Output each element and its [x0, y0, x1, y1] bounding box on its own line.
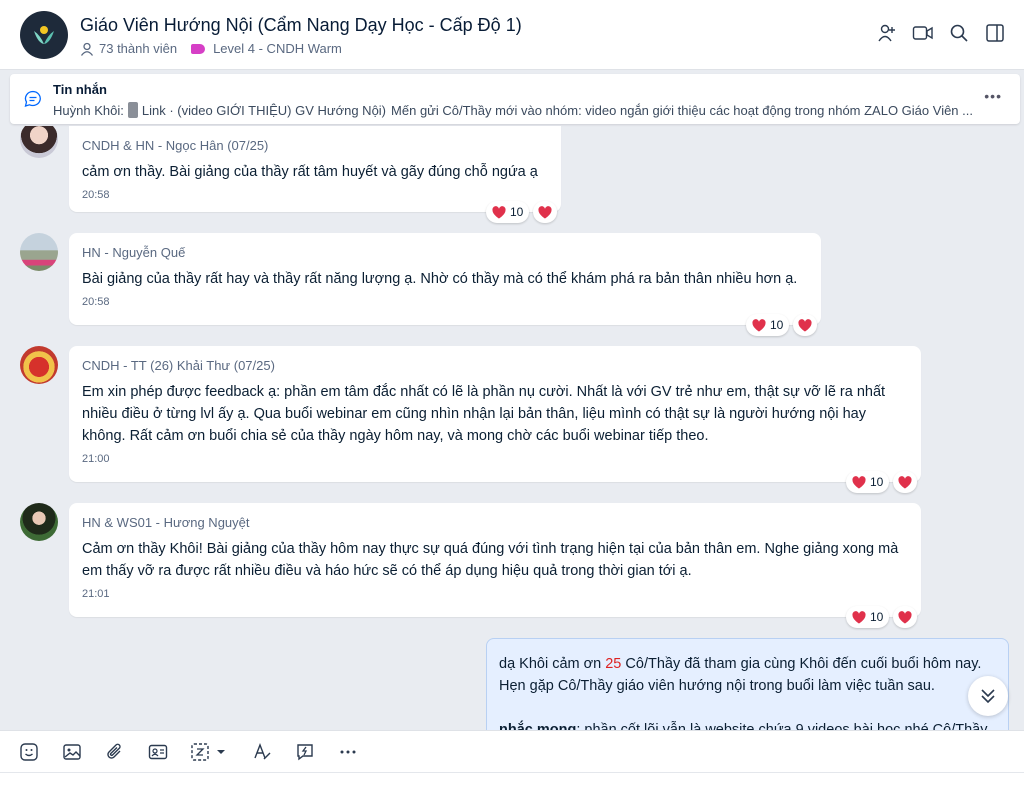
heart-icon [898, 610, 912, 623]
pinned-text: Mến gửi Cô/Thầy mới vào nhóm: video ngắn… [391, 102, 973, 118]
message-list[interactable]: CNDH & HN - Ngọc Hân (07/25) cảm ơn thầy… [0, 126, 1024, 730]
sender-name[interactable]: CNDH & HN - Ngọc Hân (07/25) [82, 138, 548, 153]
sender-name[interactable]: HN & WS01 - Hương Nguyệt [82, 515, 908, 530]
search-icon[interactable] [948, 22, 970, 44]
contact-card-icon[interactable] [147, 741, 169, 763]
group-logo-icon [27, 18, 61, 52]
avatar[interactable] [20, 126, 58, 158]
my-message-text: dạ Khôi cảm ơn [499, 656, 606, 672]
react-button[interactable] [533, 201, 558, 223]
message-bubble[interactable]: HN - Nguyễn Quế Bài giảng của thầy rất h… [69, 233, 821, 325]
reaction-bar: 10 [486, 201, 558, 223]
double-chevron-down-icon [981, 689, 995, 704]
pinned-sender: Huỳnh Khôi: [53, 102, 124, 118]
heart-icon [492, 205, 506, 218]
message-time: 21:00 [82, 453, 110, 465]
attach-icon[interactable] [104, 741, 126, 763]
heart-icon [752, 318, 766, 331]
scroll-to-bottom-button[interactable] [968, 676, 1008, 716]
heart-icon [538, 205, 552, 218]
avatar[interactable] [20, 233, 58, 271]
reaction-summary[interactable]: 10 [486, 201, 530, 223]
heart-icon [798, 318, 812, 331]
sticker-icon[interactable] [18, 741, 40, 763]
heart-icon [898, 475, 912, 488]
pinned-preview: Huỳnh Khôi: Link · (video GIỚI THIỆU) GV… [53, 102, 973, 118]
reaction-count: 10 [510, 205, 524, 219]
sender-name[interactable]: HN - Nguyễn Quế [82, 245, 808, 260]
message-text: Cảm ơn thầy Khôi! Bài giảng của thầy hôm… [82, 541, 899, 579]
member-icon [80, 42, 94, 56]
reaction-summary[interactable]: 10 [846, 471, 890, 493]
video-call-icon[interactable] [912, 22, 934, 44]
group-avatar[interactable] [20, 11, 68, 59]
reaction-count: 10 [770, 318, 784, 332]
react-button[interactable] [793, 314, 818, 336]
message-text: cảm ơn thầy. Bài giảng của thầy rất tâm … [82, 164, 538, 180]
composer-toolbar [0, 730, 1024, 772]
pinned-link[interactable]: Link · (video GIỚI THIỆU) GV Hướng Nội) [142, 103, 386, 118]
avatar[interactable] [20, 346, 58, 384]
reaction-summary[interactable]: 10 [746, 314, 790, 336]
message-time: 21:01 [82, 588, 110, 600]
message-time: 20:58 [82, 296, 110, 308]
pinned-message-bar[interactable]: Tin nhắn Huỳnh Khôi: Link · (video GIỚI … [10, 74, 1020, 124]
reaction-bar: 10 [846, 471, 918, 493]
sender-name[interactable]: CNDH - TT (26) Khải Thư (07/25) [82, 358, 908, 373]
add-member-icon[interactable] [876, 22, 898, 44]
reminder-text: : phần cốt lõi vẫn là website chứa 9 vid… [576, 722, 988, 730]
format-icon[interactable] [251, 741, 273, 763]
heart-icon [852, 610, 866, 623]
reaction-summary[interactable]: 10 [846, 606, 890, 628]
avatar[interactable] [20, 503, 58, 541]
message-bubble[interactable]: CNDH & HN - Ngọc Hân (07/25) cảm ơn thầy… [69, 126, 561, 212]
pinned-title: Tin nhắn [53, 82, 107, 97]
header-actions [876, 22, 1006, 44]
reminder-label: nhắc mọng [499, 722, 577, 730]
sidebar-toggle-icon[interactable] [984, 22, 1006, 44]
message-time: 20:58 [82, 189, 110, 201]
reaction-count: 10 [870, 610, 884, 624]
group-subtitle: 73 thành viên Level 4 - CNDH Warm [80, 41, 342, 56]
my-message-bubble[interactable]: dạ Khôi cảm ơn 25 Cô/Thầy đã tham gia cù… [486, 638, 1009, 730]
reaction-bar: 10 [746, 314, 818, 336]
react-button[interactable] [893, 471, 918, 493]
message-text: Em xin phép được feedback ạ: phần em tâm… [82, 384, 886, 444]
pinned-more-icon[interactable]: ••• [984, 88, 1002, 104]
link-thumbnail-icon [127, 102, 138, 118]
message-text: Bài giảng của thầy rất hay và thầy rất n… [82, 271, 798, 287]
group-title[interactable]: Giáo Viên Hướng Nội (Cẩm Nang Dạy Học - … [80, 15, 522, 36]
chat-header: Giáo Viên Hướng Nội (Cẩm Nang Dạy Học - … [0, 0, 1024, 70]
group-label[interactable]: Level 4 - CNDH Warm [213, 41, 342, 56]
label-tag-icon [191, 43, 206, 54]
screenshot-icon[interactable] [190, 741, 230, 763]
heart-icon [852, 475, 866, 488]
member-count[interactable]: 73 thành viên [99, 41, 177, 56]
more-icon[interactable] [337, 741, 359, 763]
message-bubble[interactable]: HN & WS01 - Hương Nguyệt Cảm ơn thầy Khô… [69, 503, 921, 617]
chat-bubble-icon [24, 90, 41, 107]
message-bubble[interactable]: CNDH - TT (26) Khải Thư (07/25) Em xin p… [69, 346, 921, 482]
image-icon[interactable] [61, 741, 83, 763]
attendee-count: 25 [605, 656, 622, 672]
message-input[interactable] [0, 772, 1024, 787]
quick-message-icon[interactable] [294, 741, 316, 763]
reaction-count: 10 [870, 475, 884, 489]
reaction-bar: 10 [846, 606, 918, 628]
react-button[interactable] [893, 606, 918, 628]
